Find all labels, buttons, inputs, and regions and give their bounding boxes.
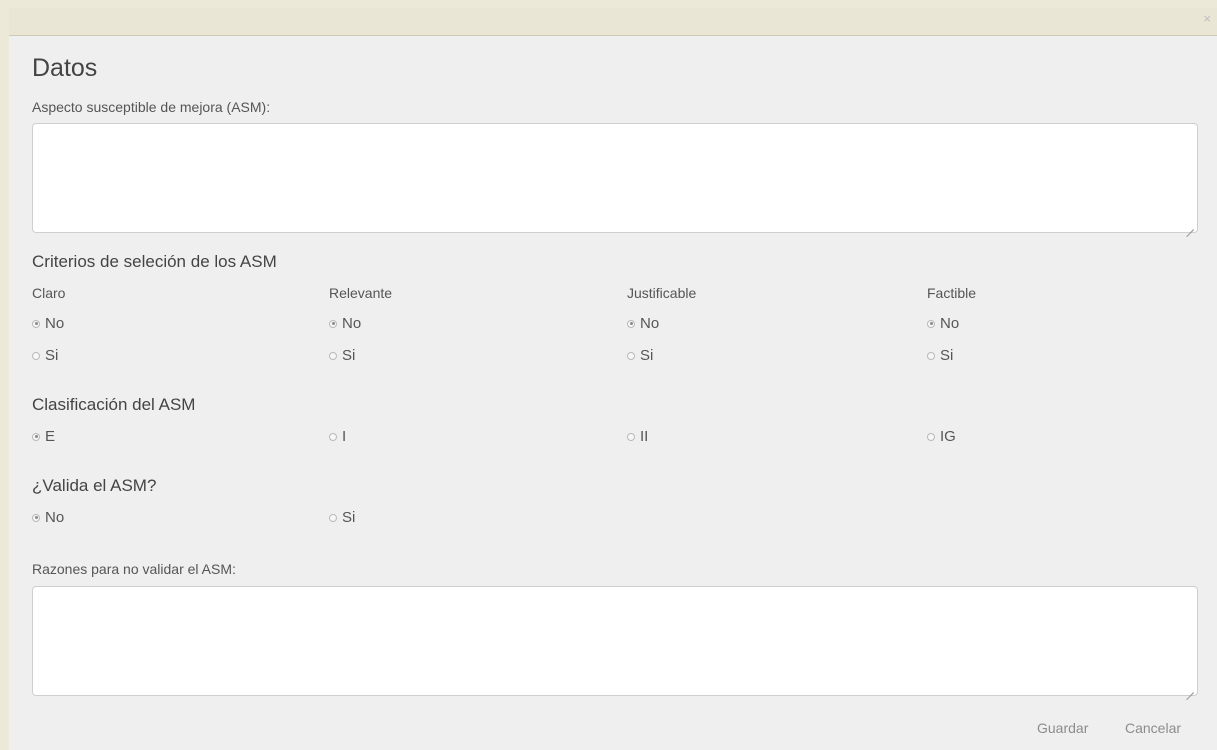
criterios-title: Criterios de seleción de los ASM	[32, 252, 277, 271]
claro-no-radio[interactable]: No	[32, 315, 64, 332]
radio-checked-icon	[927, 319, 935, 328]
clasificacion-ig-radio[interactable]: IG	[927, 428, 956, 445]
radio-checked-icon	[627, 319, 635, 328]
radio-checked-icon	[32, 319, 40, 328]
radio-unchecked-icon	[627, 432, 635, 441]
clasificacion-e-radio[interactable]: E	[32, 428, 55, 445]
asm-label: Aspecto susceptible de mejora (ASM):	[32, 99, 271, 115]
save-button[interactable]: Guardar	[1037, 720, 1088, 736]
radio-unchecked-icon	[329, 432, 337, 441]
clasificacion-i-radio[interactable]: I	[329, 428, 346, 445]
justificable-no-radio[interactable]: No	[627, 315, 659, 332]
radio-unchecked-icon	[927, 432, 935, 441]
datos-modal: × Datos Aspecto susceptible de mejora (A…	[9, 8, 1217, 750]
razones-textarea[interactable]	[32, 586, 1198, 696]
valida-title: ¿Valida el ASM?	[32, 476, 157, 495]
resize-handle-icon[interactable]	[1186, 685, 1194, 693]
radio-unchecked-icon	[329, 351, 337, 360]
radio-unchecked-icon	[927, 351, 935, 360]
close-icon[interactable]: ×	[1203, 12, 1211, 26]
factible-no-radio[interactable]: No	[927, 315, 959, 332]
resize-handle-icon[interactable]	[1186, 222, 1194, 230]
page-title: Datos	[32, 54, 98, 82]
modal-header: ×	[9, 8, 1217, 36]
radio-unchecked-icon	[329, 513, 337, 522]
cancel-button[interactable]: Cancelar	[1125, 720, 1181, 736]
relevante-si-radio[interactable]: Si	[329, 347, 355, 364]
radio-unchecked-icon	[32, 351, 40, 360]
factible-si-radio[interactable]: Si	[927, 347, 953, 364]
razones-label: Razones para no validar el ASM:	[32, 561, 236, 577]
radio-checked-icon	[32, 432, 40, 441]
criterio-justificable-label: Justificable	[627, 285, 697, 301]
relevante-no-radio[interactable]: No	[329, 315, 361, 332]
clasificacion-ii-radio[interactable]: II	[627, 428, 648, 445]
criterio-claro-label: Claro	[32, 285, 66, 301]
valida-si-radio[interactable]: Si	[329, 509, 355, 526]
clasificacion-title: Clasificación del ASM	[32, 395, 196, 414]
radio-checked-icon	[32, 513, 40, 522]
criterio-relevante-label: Relevante	[329, 285, 393, 301]
radio-unchecked-icon	[627, 351, 635, 360]
criterio-factible-label: Factible	[927, 285, 977, 301]
asm-textarea[interactable]	[32, 123, 1198, 233]
claro-si-radio[interactable]: Si	[32, 347, 58, 364]
radio-checked-icon	[329, 319, 337, 328]
justificable-si-radio[interactable]: Si	[627, 347, 653, 364]
valida-no-radio[interactable]: No	[32, 509, 64, 526]
